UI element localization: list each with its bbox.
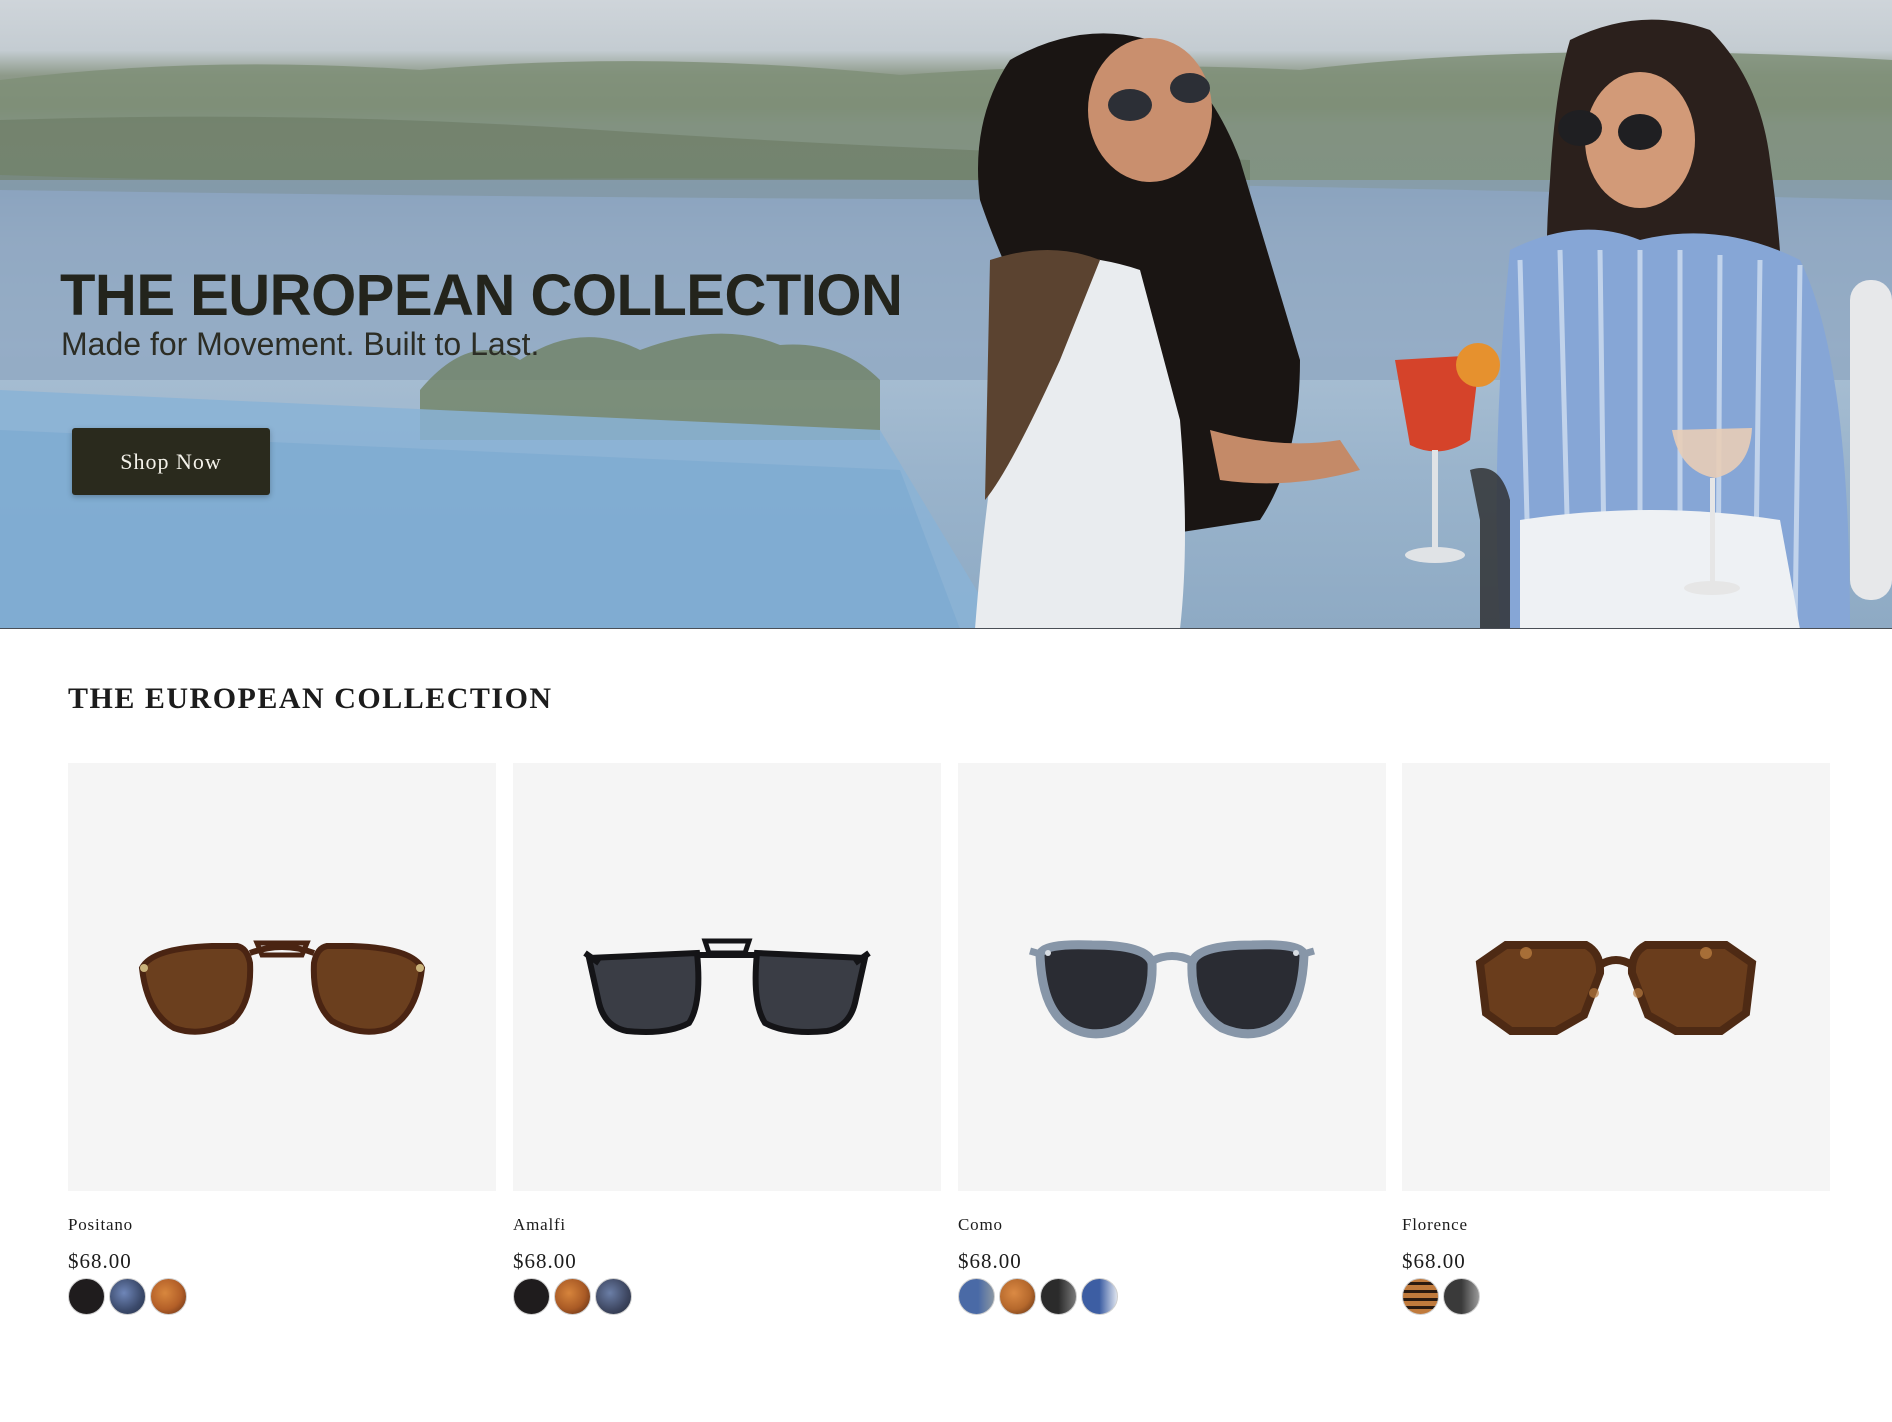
product-grid: Positano $68.00 Amalfi $68.00 Como $68.0…: [68, 763, 1830, 1323]
product-card[interactable]: Florence $68.00: [1402, 763, 1830, 1315]
swatch-blue-clear[interactable]: [1081, 1278, 1118, 1315]
product-card[interactable]: Como $68.00: [958, 763, 1386, 1315]
product-price: $68.00: [1402, 1249, 1466, 1273]
product-card[interactable]: Amalfi $68.00: [513, 763, 941, 1315]
sunglasses-navigator-icon: [583, 938, 871, 1035]
hero-title: THE EUROPEAN COLLECTION: [60, 263, 903, 328]
swatch-blue-grey[interactable]: [958, 1278, 995, 1315]
swatch-tortoise[interactable]: [554, 1278, 591, 1315]
product-image[interactable]: [958, 763, 1386, 1191]
product-image[interactable]: [513, 763, 941, 1191]
product-name[interactable]: Amalfi: [513, 1215, 566, 1235]
product-name[interactable]: Florence: [1402, 1215, 1468, 1235]
product-price: $68.00: [68, 1249, 132, 1273]
section-title: THE EUROPEAN COLLECTION: [68, 682, 553, 715]
product-name[interactable]: Positano: [68, 1215, 133, 1235]
product-price: $68.00: [958, 1249, 1022, 1273]
swatch-tortoise[interactable]: [150, 1278, 187, 1315]
swatch-tortoise-stripe[interactable]: [1402, 1278, 1439, 1315]
product-image[interactable]: [68, 763, 496, 1191]
hero-banner: THE EUROPEAN COLLECTION Made for Movemen…: [0, 0, 1892, 629]
swatch-black[interactable]: [68, 1278, 105, 1315]
swatch-blue-tortoise[interactable]: [595, 1278, 632, 1315]
swatch-black[interactable]: [513, 1278, 550, 1315]
sunglasses-round-icon: [1029, 940, 1315, 1039]
shop-now-button[interactable]: Shop Now: [72, 428, 270, 495]
swatch-blue-tortoise[interactable]: [109, 1278, 146, 1315]
hero-subtitle: Made for Movement. Built to Last.: [61, 326, 540, 362]
sunglasses-aviator-icon: [138, 940, 426, 1035]
product-card[interactable]: Positano $68.00: [68, 763, 496, 1315]
product-image[interactable]: [1402, 763, 1830, 1191]
sunglasses-geometric-icon: [1475, 941, 1757, 1035]
swatch-tortoise[interactable]: [999, 1278, 1036, 1315]
product-price: $68.00: [513, 1249, 577, 1273]
swatch-black-grey[interactable]: [1443, 1278, 1480, 1315]
product-name[interactable]: Como: [958, 1215, 1003, 1235]
swatch-black-grey[interactable]: [1040, 1278, 1077, 1315]
